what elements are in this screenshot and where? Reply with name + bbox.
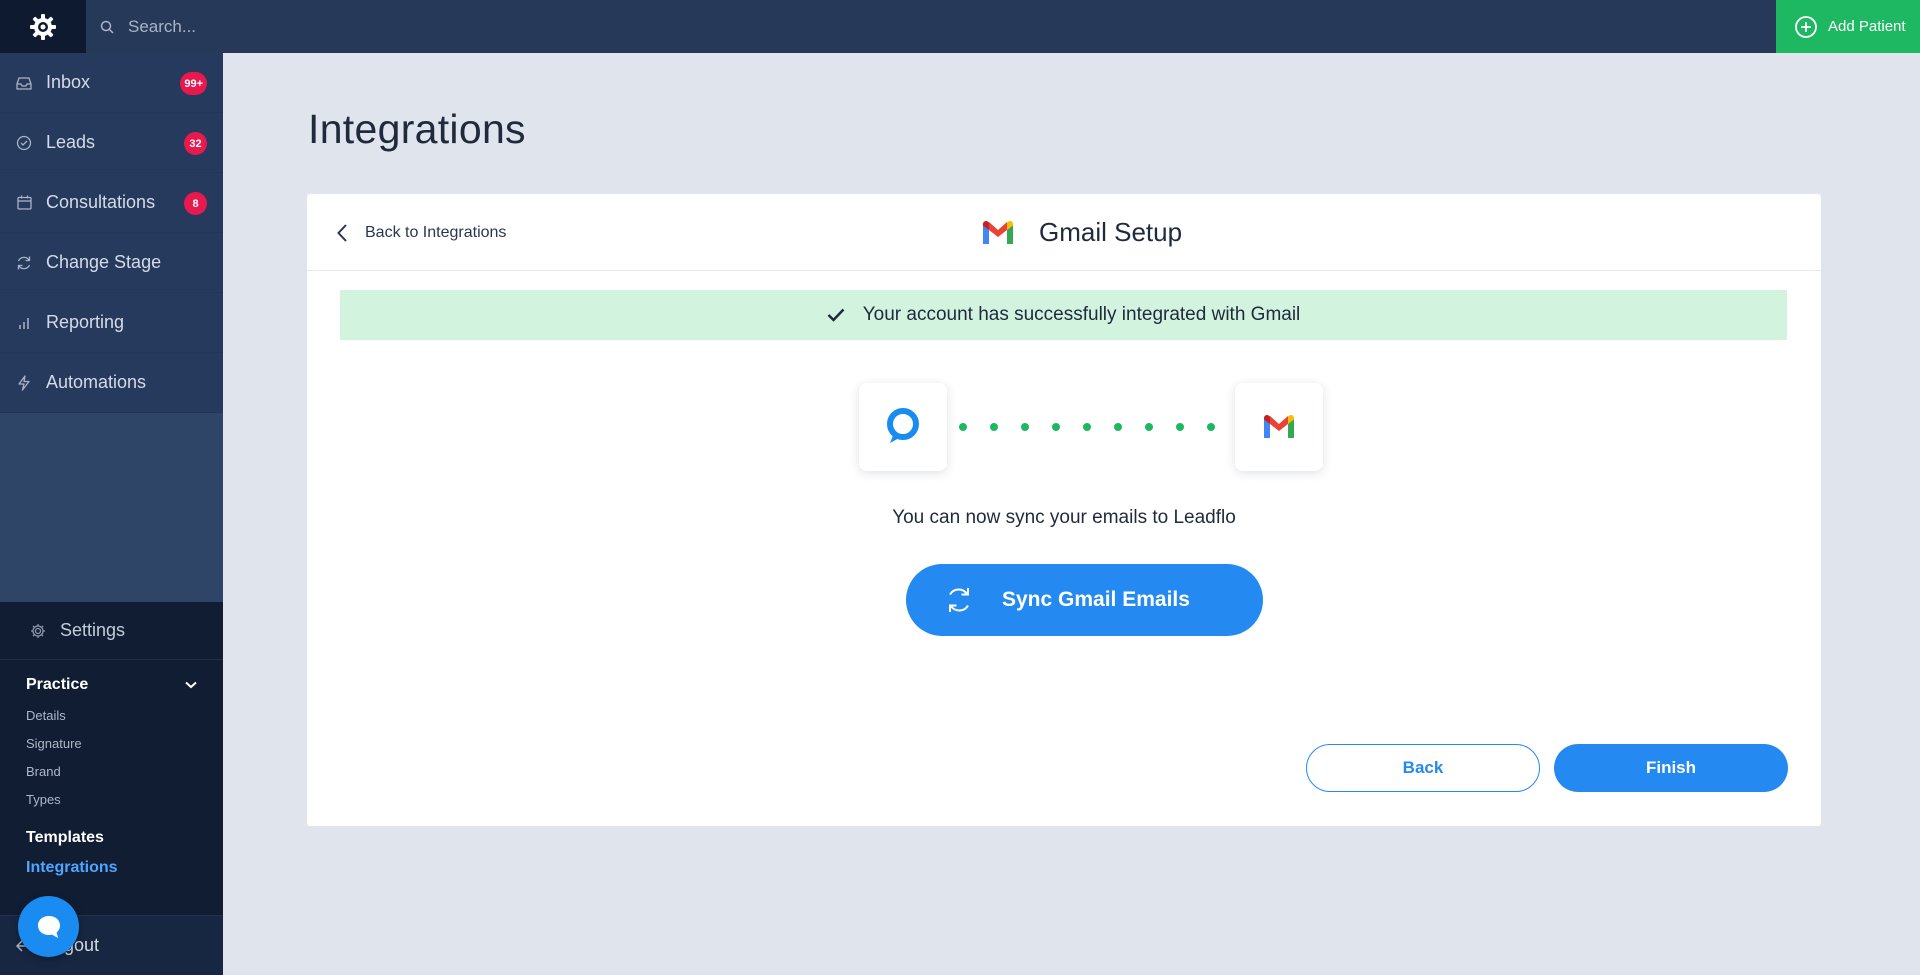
sidebar-item-leads[interactable]: Leads 32 — [0, 113, 223, 173]
settings-item-brand[interactable]: Brand — [0, 757, 223, 785]
leadflo-logo-tile — [859, 383, 947, 471]
sync-description: You can now sync your emails to Leadflo — [892, 507, 1236, 528]
sidebar-item-automations[interactable]: Automations — [0, 353, 223, 413]
add-patient-button[interactable]: Add Patient — [1776, 0, 1920, 53]
sync-icon — [949, 588, 969, 612]
connector-dot — [1021, 423, 1029, 431]
practice-label: Practice — [26, 676, 89, 693]
sidebar-item-consultations[interactable]: Consultations 8 — [0, 173, 223, 233]
sidebar-item-reporting[interactable]: Reporting — [0, 293, 223, 353]
connector-dot — [1176, 423, 1184, 431]
gmail-logo-icon — [1264, 415, 1294, 438]
success-message: Your account has successfully integrated… — [862, 304, 1301, 325]
setup-title-text: Gmail Setup — [1039, 217, 1183, 247]
add-patient-label: Add Patient — [1828, 18, 1906, 35]
connector-dot — [1114, 423, 1122, 431]
connector-dot — [1207, 423, 1215, 431]
settings-item-details[interactable]: Details — [0, 701, 223, 729]
sidebar-item-label: Inbox — [46, 72, 91, 92]
connection-dots — [959, 423, 1219, 433]
sidebar-item-label: Reporting — [46, 312, 125, 332]
search-input[interactable] — [128, 16, 528, 37]
success-alert: Your account has successfully integrated… — [340, 290, 1787, 340]
sidebar-item-label: Automations — [46, 372, 147, 392]
setup-title: Gmail Setup — [981, 194, 1182, 271]
page-title: Integrations — [308, 106, 526, 152]
checkmark-icon — [827, 308, 845, 322]
lightning-icon — [16, 374, 32, 391]
connector-dot — [1052, 423, 1060, 431]
gmail-logo-tile — [1235, 383, 1323, 471]
sync-gmail-emails-button[interactable]: Sync Gmail Emails — [906, 564, 1263, 636]
plus-circle-icon — [1795, 15, 1817, 38]
inbox-count-badge: 99+ — [180, 72, 207, 95]
settings-label: Settings — [60, 620, 126, 640]
sidebar-item-label: Leads — [46, 132, 96, 152]
sidebar-item-change-stage[interactable]: Change Stage — [0, 233, 223, 293]
back-button[interactable]: Back — [1306, 744, 1540, 792]
chat-icon — [37, 915, 60, 938]
gmail-logo-icon — [983, 220, 1013, 244]
chevron-left-icon — [337, 223, 347, 242]
settings-item-types[interactable]: Types — [0, 785, 223, 813]
calendar-icon — [16, 195, 32, 210]
settings-item-signature[interactable]: Signature — [0, 729, 223, 757]
sync-button-label: Sync Gmail Emails — [1002, 588, 1190, 611]
gmail-setup-card: Back to Integrations Gmail Setup Your ac… — [307, 194, 1821, 826]
leadflo-logo-icon — [887, 408, 919, 443]
connector-dot — [990, 423, 998, 431]
gear-icon — [30, 623, 46, 639]
refresh-icon — [16, 255, 32, 271]
card-header: Back to Integrations Gmail Setup — [307, 194, 1821, 271]
settings-item-integrations[interactable]: Integrations — [0, 853, 223, 883]
sidebar: Inbox 99+ Leads 32 Consultations 8 Chang… — [0, 53, 223, 975]
practice-section-toggle[interactable]: Practice — [0, 676, 223, 694]
check-circle-icon — [16, 135, 32, 151]
connector-dot — [959, 423, 967, 431]
back-to-integrations-link[interactable]: Back to Integrations — [337, 194, 506, 271]
consultations-count-badge: 8 — [184, 192, 207, 215]
app-logo[interactable] — [0, 0, 86, 53]
logo-gear-icon — [30, 13, 56, 40]
bar-chart-icon — [16, 316, 32, 330]
leads-count-badge: 32 — [184, 132, 207, 155]
connector-dot — [1083, 423, 1091, 431]
search-bar — [100, 0, 528, 53]
inbox-icon — [16, 76, 32, 90]
chat-widget-button[interactable] — [18, 896, 79, 957]
sidebar-item-label: Consultations — [46, 192, 156, 212]
search-icon — [100, 20, 114, 34]
back-link-label: Back to Integrations — [365, 223, 507, 241]
connector-dot — [1145, 423, 1153, 431]
finish-button[interactable]: Finish — [1554, 744, 1788, 792]
top-bar: Add Patient — [0, 0, 1920, 53]
chevron-down-icon — [185, 681, 197, 689]
settings-item-templates[interactable]: Templates — [0, 823, 223, 853]
sidebar-item-inbox[interactable]: Inbox 99+ — [0, 53, 223, 113]
settings-menu[interactable]: Settings — [0, 602, 223, 660]
sidebar-item-label: Change Stage — [46, 252, 162, 272]
